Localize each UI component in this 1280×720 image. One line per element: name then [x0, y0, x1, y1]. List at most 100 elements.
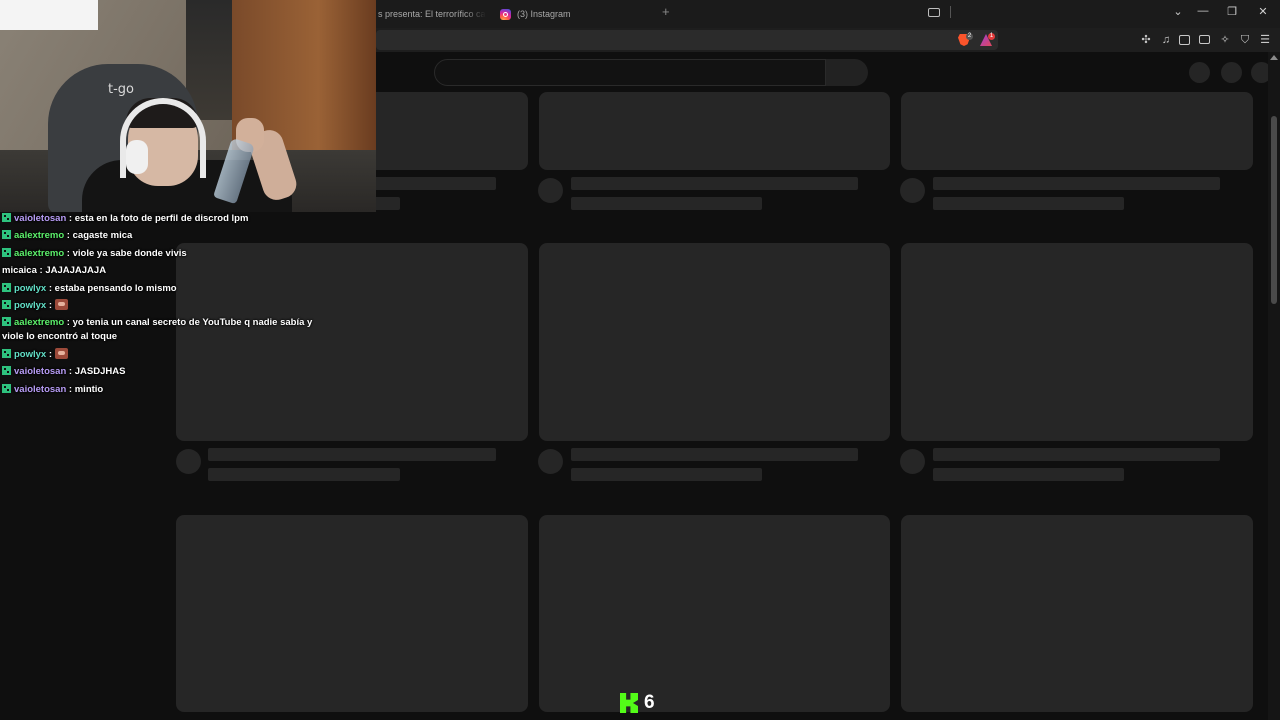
chat-message: aalextremo : yo tenia un canal secreto d…: [2, 316, 332, 344]
header-button-placeholder[interactable]: [1189, 62, 1210, 83]
chat-message: micaica : JAJAJAJAJA: [2, 264, 332, 278]
chat-message: aalextremo : viole ya sabe donde vivis: [2, 247, 332, 261]
chat-message: powlyx :: [2, 298, 332, 313]
title-skeleton: [571, 177, 858, 190]
screen: s presenta: El terrorífico caso d (3) In…: [0, 0, 1280, 720]
extensions-icon[interactable]: ✣: [1140, 34, 1152, 46]
cast-icon[interactable]: [928, 8, 940, 17]
music-icon[interactable]: ♫: [1160, 34, 1172, 46]
restore-button[interactable]: ❐: [1223, 5, 1241, 18]
channel-avatar-skeleton: [900, 449, 925, 474]
chat-text: JAJAJAJAJA: [45, 265, 107, 277]
channel-avatar-skeleton: [538, 449, 563, 474]
chat-message: vaioletosan : JASDJHAS: [2, 365, 332, 379]
chat-username[interactable]: vaioletosan: [14, 366, 66, 377]
title-skeleton: [208, 448, 496, 461]
meta-skeleton: [933, 197, 1124, 210]
video-thumbnail-skeleton[interactable]: [539, 243, 890, 441]
rewards-badge: 1: [988, 33, 995, 40]
chat-separator: :: [46, 282, 55, 294]
menu-icon[interactable]: ☰: [1259, 34, 1271, 46]
headset-earcup: [126, 140, 148, 174]
close-window-button[interactable]: ✕: [1254, 5, 1272, 18]
channel-avatar-skeleton: [538, 178, 563, 203]
kick-viewer-counter: 6: [620, 692, 655, 714]
search-button[interactable]: [826, 59, 868, 86]
video-thumbnail-skeleton[interactable]: [901, 243, 1253, 441]
tab-search-chevron-icon[interactable]: ⌄: [1169, 5, 1187, 18]
chat-message: powlyx : estaba pensando lo mismo: [2, 282, 332, 296]
chat-message: aalextremo : cagaste mica: [2, 229, 332, 243]
channel-avatar-skeleton: [900, 178, 925, 203]
chat-text: JASDJHAS: [74, 366, 126, 378]
vpn-icon[interactable]: ⛉: [1239, 34, 1251, 46]
chat-badge-icon: [2, 282, 11, 292]
viewer-count: 6: [644, 692, 655, 713]
title-skeleton: [933, 448, 1220, 461]
wallet-icon[interactable]: [1199, 35, 1210, 44]
leo-ai-icon[interactable]: ✧: [1219, 34, 1231, 46]
video-thumbnail-skeleton[interactable]: [539, 92, 890, 170]
chat-badge-icon: [2, 213, 11, 222]
title-skeleton: [571, 448, 858, 461]
chat-username[interactable]: micaica: [2, 265, 37, 276]
chat-text: esta en la foto de perfil de discrod lpm: [74, 213, 249, 224]
chat-username[interactable]: powlyx: [14, 283, 46, 294]
sidebar-icon[interactable]: [1179, 35, 1190, 45]
meta-skeleton: [571, 468, 762, 481]
chat-text: mintio: [74, 383, 104, 395]
chat-message: vaioletosan : mintio: [2, 383, 332, 397]
chat-emote-icon: [54, 347, 68, 359]
chat-username[interactable]: powlyx: [14, 349, 46, 360]
stream-chat-overlay: vaioletosan : esta en la foto de perfil …: [2, 212, 332, 400]
chat-text: estaba pensando lo mismo: [54, 282, 177, 294]
chat-username[interactable]: aalextremo: [14, 230, 64, 241]
search-input[interactable]: [434, 59, 826, 86]
webcam-overlay: t-go: [0, 0, 376, 212]
chat-username[interactable]: aalextremo: [14, 248, 64, 259]
chat-separator: :: [46, 348, 55, 360]
tab-instagram[interactable]: (3) Instagram: [500, 3, 650, 25]
new-tab-button[interactable]: +: [662, 4, 670, 19]
tab-youtube-video[interactable]: s presenta: El terrorífico caso d: [378, 3, 486, 25]
chat-message: vaioletosan : esta en la foto de perfil …: [2, 212, 332, 226]
webcam-corner-patch: [0, 0, 98, 30]
chat-username[interactable]: vaioletosan: [14, 384, 66, 395]
chat-message: powlyx :: [2, 347, 332, 362]
chat-badge-icon: [2, 247, 11, 257]
kick-logo-icon: [620, 693, 638, 713]
chat-badge-icon: [2, 348, 11, 358]
chat-separator: :: [66, 383, 75, 395]
chat-username[interactable]: aalextremo: [14, 317, 64, 328]
video-thumbnail-skeleton[interactable]: [901, 92, 1253, 170]
chat-separator: :: [66, 366, 75, 378]
video-thumbnail-skeleton[interactable]: [176, 515, 528, 712]
title-skeleton: [933, 177, 1220, 190]
instagram-icon: [500, 8, 511, 20]
chat-username[interactable]: powlyx: [14, 300, 46, 311]
chat-username[interactable]: vaioletosan: [14, 213, 66, 224]
scroll-up-arrow-icon[interactable]: [1270, 55, 1278, 60]
chat-text: cagaste mica: [72, 230, 133, 242]
chat-badge-icon: [2, 230, 11, 240]
meta-skeleton: [571, 197, 762, 210]
chat-badge-icon: [2, 317, 11, 327]
chat-separator: :: [46, 299, 55, 311]
chair-logo: t-go: [108, 82, 134, 97]
chat-separator: :: [64, 230, 73, 242]
chat-badge-icon: [2, 299, 11, 309]
video-thumbnail-skeleton[interactable]: [901, 515, 1253, 712]
address-bar[interactable]: [376, 30, 998, 50]
scrollbar-thumb[interactable]: [1271, 116, 1277, 304]
channel-avatar-skeleton: [176, 449, 201, 474]
minimize-button[interactable]: —: [1194, 5, 1212, 17]
header-button-placeholder[interactable]: [1221, 62, 1242, 83]
video-thumbnail-skeleton[interactable]: [539, 515, 890, 712]
meta-skeleton: [933, 468, 1124, 481]
shields-badge: 2: [966, 33, 973, 40]
chat-text: viole ya sabe donde vivis: [72, 247, 187, 259]
toolbar-divider: [950, 6, 951, 18]
tab-fade: [464, 3, 486, 25]
chat-separator: :: [64, 317, 73, 329]
chat-emote-icon: [54, 298, 68, 310]
